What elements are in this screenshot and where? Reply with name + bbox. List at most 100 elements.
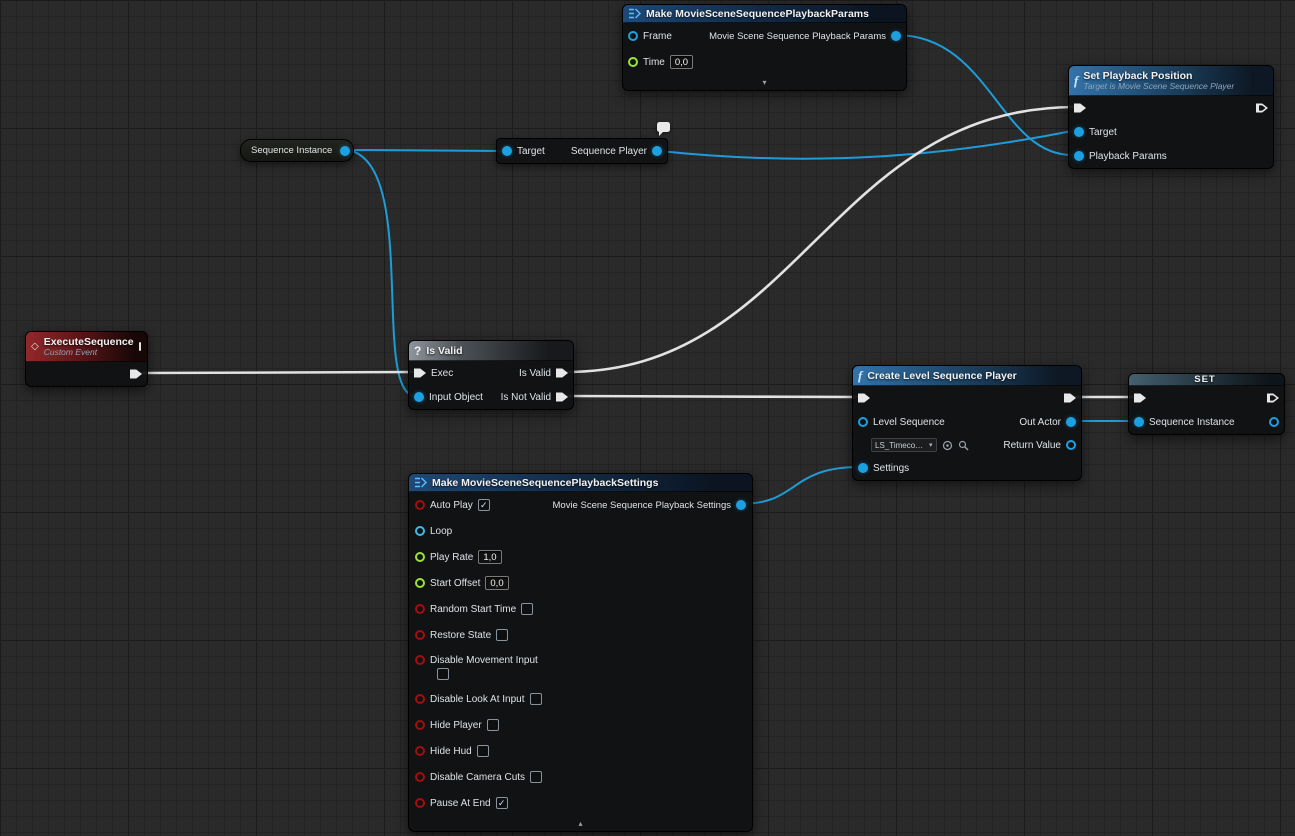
bool-pin[interactable] — [415, 720, 425, 730]
pin-label: Return Value — [1003, 440, 1061, 451]
target-pin[interactable] — [1074, 127, 1084, 137]
settings-row: Play Rate1,0 — [409, 544, 752, 570]
pin-label: Disable Movement Input — [430, 655, 538, 666]
target-pin[interactable] — [502, 146, 512, 156]
exec-in-pin[interactable] — [858, 392, 870, 404]
node-header: f Create Level Sequence Player — [853, 366, 1081, 386]
is-not-valid-exec-out-pin[interactable] — [556, 391, 568, 403]
bool-pin[interactable] — [415, 746, 425, 756]
value-input[interactable]: 1,0 — [478, 550, 501, 564]
checkbox[interactable] — [437, 668, 449, 680]
node-get-sequence-player[interactable]: Target Sequence Player — [496, 138, 668, 164]
pin-label: Pause At End — [430, 798, 491, 809]
node-create-level-sequence-player[interactable]: f Create Level Sequence Player Level Seq… — [852, 365, 1082, 481]
use-selected-asset-icon[interactable] — [942, 440, 953, 451]
settings-pin[interactable] — [858, 463, 868, 473]
node-get-sequence-instance[interactable]: Sequence Instance — [240, 139, 354, 162]
node-header: f Set Playback Position Target is Movie … — [1069, 66, 1273, 96]
pin-label: Hide Hud — [430, 746, 472, 757]
asset-picker-dropdown[interactable]: LS_TimecodePr ▾ — [871, 438, 937, 452]
exec-in-pin[interactable] — [1074, 102, 1086, 114]
playback-params-pin[interactable] — [1074, 151, 1084, 161]
return-value-pin[interactable] — [1066, 440, 1076, 450]
make-settings-rows: Auto Play✓LoopPlay Rate1,0Start Offset0,… — [409, 492, 752, 816]
browse-asset-icon[interactable] — [958, 440, 969, 451]
node-set-sequence-instance[interactable]: SET Sequence Instance — [1128, 373, 1285, 435]
node-make-playback-params[interactable]: Make MovieSceneSequencePlaybackParams Fr… — [622, 4, 907, 91]
float-pin[interactable] — [415, 552, 425, 562]
wire-sequence-player-to-target[interactable] — [660, 131, 1072, 159]
bool-pin[interactable] — [415, 694, 425, 704]
checkbox[interactable] — [496, 629, 508, 641]
value-input[interactable]: 0,0 — [485, 576, 508, 590]
input-object-pin[interactable] — [414, 392, 424, 402]
node-header: ? Is Valid — [409, 341, 573, 361]
pin-label: Disable Camera Cuts — [430, 772, 525, 783]
node-title: SET — [1194, 374, 1215, 385]
question-icon: ? — [414, 344, 421, 358]
exec-out-pin[interactable] — [1256, 102, 1268, 114]
settings-row: Disable Camera Cuts — [409, 764, 752, 790]
exec-out-pin[interactable] — [1267, 392, 1279, 404]
frame-pin[interactable] — [628, 31, 638, 41]
collapse-chevron[interactable]: ▴ — [409, 816, 752, 831]
exec-in-pin[interactable] — [414, 367, 426, 379]
sequence-player-out-pin[interactable] — [652, 146, 662, 156]
bool-pin[interactable] — [415, 630, 425, 640]
node-set-playback-position[interactable]: f Set Playback Position Target is Movie … — [1068, 65, 1274, 169]
pin-label: Exec — [431, 368, 453, 379]
sequence-instance-out-pin[interactable] — [340, 146, 350, 156]
pin-label: Level Sequence — [873, 417, 945, 428]
node-make-playback-settings[interactable]: Make MovieSceneSequencePlaybackSettings … — [408, 473, 753, 832]
bool-pin[interactable] — [415, 655, 425, 665]
pin-label: Restore State — [430, 630, 491, 641]
checkbox[interactable]: ✓ — [496, 797, 508, 809]
comment-bubble-icon[interactable] — [657, 122, 670, 132]
settings-row: Hide Hud — [409, 738, 752, 764]
bool-pin[interactable] — [415, 500, 425, 510]
pin-label: Input Object — [429, 392, 483, 403]
wire-exec-isnotvalid-to-create[interactable] — [566, 396, 860, 397]
node-title: Make MovieSceneSequencePlaybackSettings — [432, 477, 658, 489]
wire-params-to-playback-params[interactable] — [896, 35, 1072, 155]
checkbox[interactable] — [530, 693, 542, 705]
checkbox[interactable] — [530, 771, 542, 783]
float-pin[interactable] — [415, 578, 425, 588]
checkbox[interactable] — [477, 745, 489, 757]
settings-row: Hide Player — [409, 712, 752, 738]
playback-params-out-pin[interactable] — [891, 31, 901, 41]
wire-sequence-instance-to-target[interactable] — [347, 150, 503, 151]
sequence-instance-in-pin[interactable] — [1134, 417, 1144, 427]
bool-pin[interactable] — [415, 772, 425, 782]
playback-settings-out-pin[interactable] — [736, 500, 746, 510]
level-sequence-pin[interactable] — [858, 417, 868, 427]
time-value-input[interactable]: 0,0 — [670, 55, 693, 69]
checkbox[interactable]: ✓ — [478, 499, 490, 511]
exec-out-pin[interactable] — [130, 368, 142, 380]
blueprint-canvas[interactable]: Make MovieSceneSequencePlaybackParams Fr… — [0, 0, 1295, 836]
exec-in-pin[interactable] — [1134, 392, 1146, 404]
wire-exec-event-to-isvalid[interactable] — [140, 372, 416, 373]
chevron-down-icon: ▾ — [929, 441, 933, 449]
struct-pin[interactable] — [415, 526, 425, 536]
is-valid-exec-out-pin[interactable] — [556, 367, 568, 379]
bool-pin[interactable] — [415, 798, 425, 808]
checkbox[interactable] — [521, 603, 533, 615]
node-subtitle: Target is Movie Scene Sequence Player — [1083, 82, 1234, 92]
set-out-pin[interactable] — [1269, 417, 1279, 427]
node-execute-sequence-event[interactable]: ◇ ExecuteSequence Custom Event — [25, 331, 148, 387]
pin-label: Start Offset — [430, 578, 480, 589]
time-pin[interactable] — [628, 57, 638, 67]
wire-sequence-instance-to-input-object[interactable] — [347, 150, 416, 396]
function-icon: f — [858, 368, 862, 384]
collapse-chevron[interactable]: ▾ — [623, 75, 906, 90]
exec-out-pin[interactable] — [1064, 392, 1076, 404]
pin-label: Movie Scene Sequence Playback Params — [709, 31, 886, 42]
checkbox[interactable] — [487, 719, 499, 731]
bool-pin[interactable] — [415, 604, 425, 614]
out-actor-pin[interactable] — [1066, 417, 1076, 427]
wire-settings-to-settings-pin[interactable] — [740, 467, 860, 504]
node-is-valid[interactable]: ? Is Valid Exec Is Valid Input Object Is… — [408, 340, 574, 410]
node-header: Make MovieSceneSequencePlaybackSettings — [409, 474, 752, 492]
settings-row: Start Offset 0,0 — [409, 570, 752, 596]
